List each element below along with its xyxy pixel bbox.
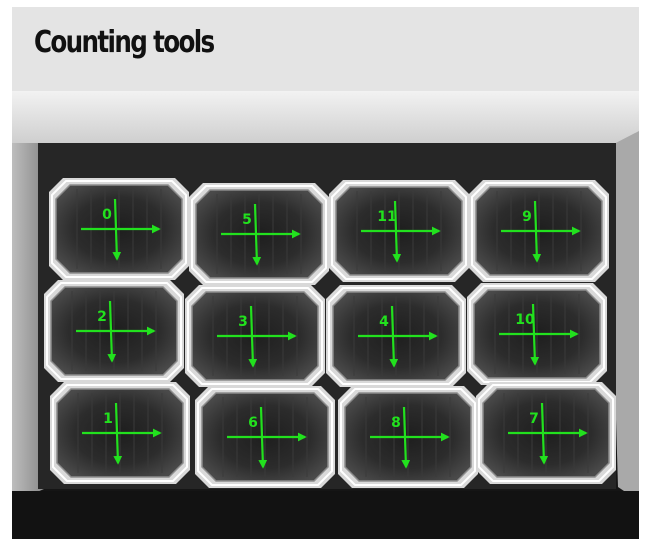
compartment-cell: 0 <box>49 178 189 280</box>
compartment-cell: 9 <box>469 180 609 282</box>
compartment-cell: 8 <box>338 386 478 488</box>
cells-layer: 0 5 11 92 3 4 101 6 8 7 <box>44 178 616 488</box>
cell-index-label: 5 <box>242 212 252 228</box>
compartment-cell: 4 <box>326 285 466 387</box>
cell-index-label: 6 <box>248 415 258 431</box>
cell-index-label: 10 <box>515 312 535 328</box>
bottom-shadow <box>12 491 639 539</box>
cell-index-label: 8 <box>391 415 401 431</box>
compartment-cell: 2 <box>44 280 184 382</box>
cell-index-label: 2 <box>97 309 107 325</box>
cell-index-label: 9 <box>522 209 532 225</box>
cell-index-label: 0 <box>102 207 112 223</box>
counting-tools-card: Counting tools 0 5 11 9 2 3 4 10 1 6 8 7 <box>12 7 639 539</box>
title-bar: Counting tools <box>12 7 639 91</box>
top-flap <box>12 91 639 143</box>
cell-index-label: 11 <box>377 209 396 225</box>
compartment-cell: 1 <box>50 382 190 484</box>
cell-index-label: 7 <box>529 411 539 427</box>
cell-index-label: 3 <box>238 314 248 330</box>
page-title: Counting tools <box>34 25 215 60</box>
compartment-cell: 11 <box>329 180 469 282</box>
cell-index-label: 1 <box>103 411 113 427</box>
compartment-cell: 7 <box>476 382 616 484</box>
inspection-image-canvas: 0 5 11 92 3 4 101 6 8 7 <box>12 91 639 539</box>
cell-index-label: 4 <box>379 314 389 330</box>
compartment-cell: 3 <box>185 285 325 387</box>
compartment-cell: 6 <box>195 386 335 488</box>
compartment-cell: 10 <box>467 283 607 385</box>
compartment-cell: 5 <box>189 183 329 285</box>
inspection-image: 0 5 11 9 2 3 4 10 1 6 8 7 <box>12 91 639 539</box>
